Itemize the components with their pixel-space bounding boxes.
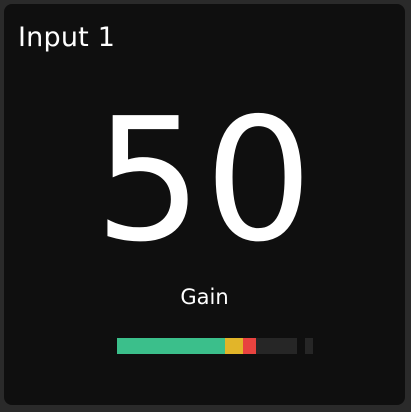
level-meter	[117, 338, 313, 354]
gain-label: Gain	[180, 285, 229, 309]
meter-green-segment	[117, 338, 225, 354]
gain-tile[interactable]: Input 1 50 Gain	[4, 4, 405, 405]
gain-value: 50	[94, 82, 315, 280]
meter-yellow-segment	[225, 338, 243, 354]
input-title: Input 1	[18, 22, 116, 53]
meter-red-segment	[243, 338, 256, 354]
meter-peak-indicator	[305, 338, 313, 354]
meter-track	[117, 338, 297, 354]
